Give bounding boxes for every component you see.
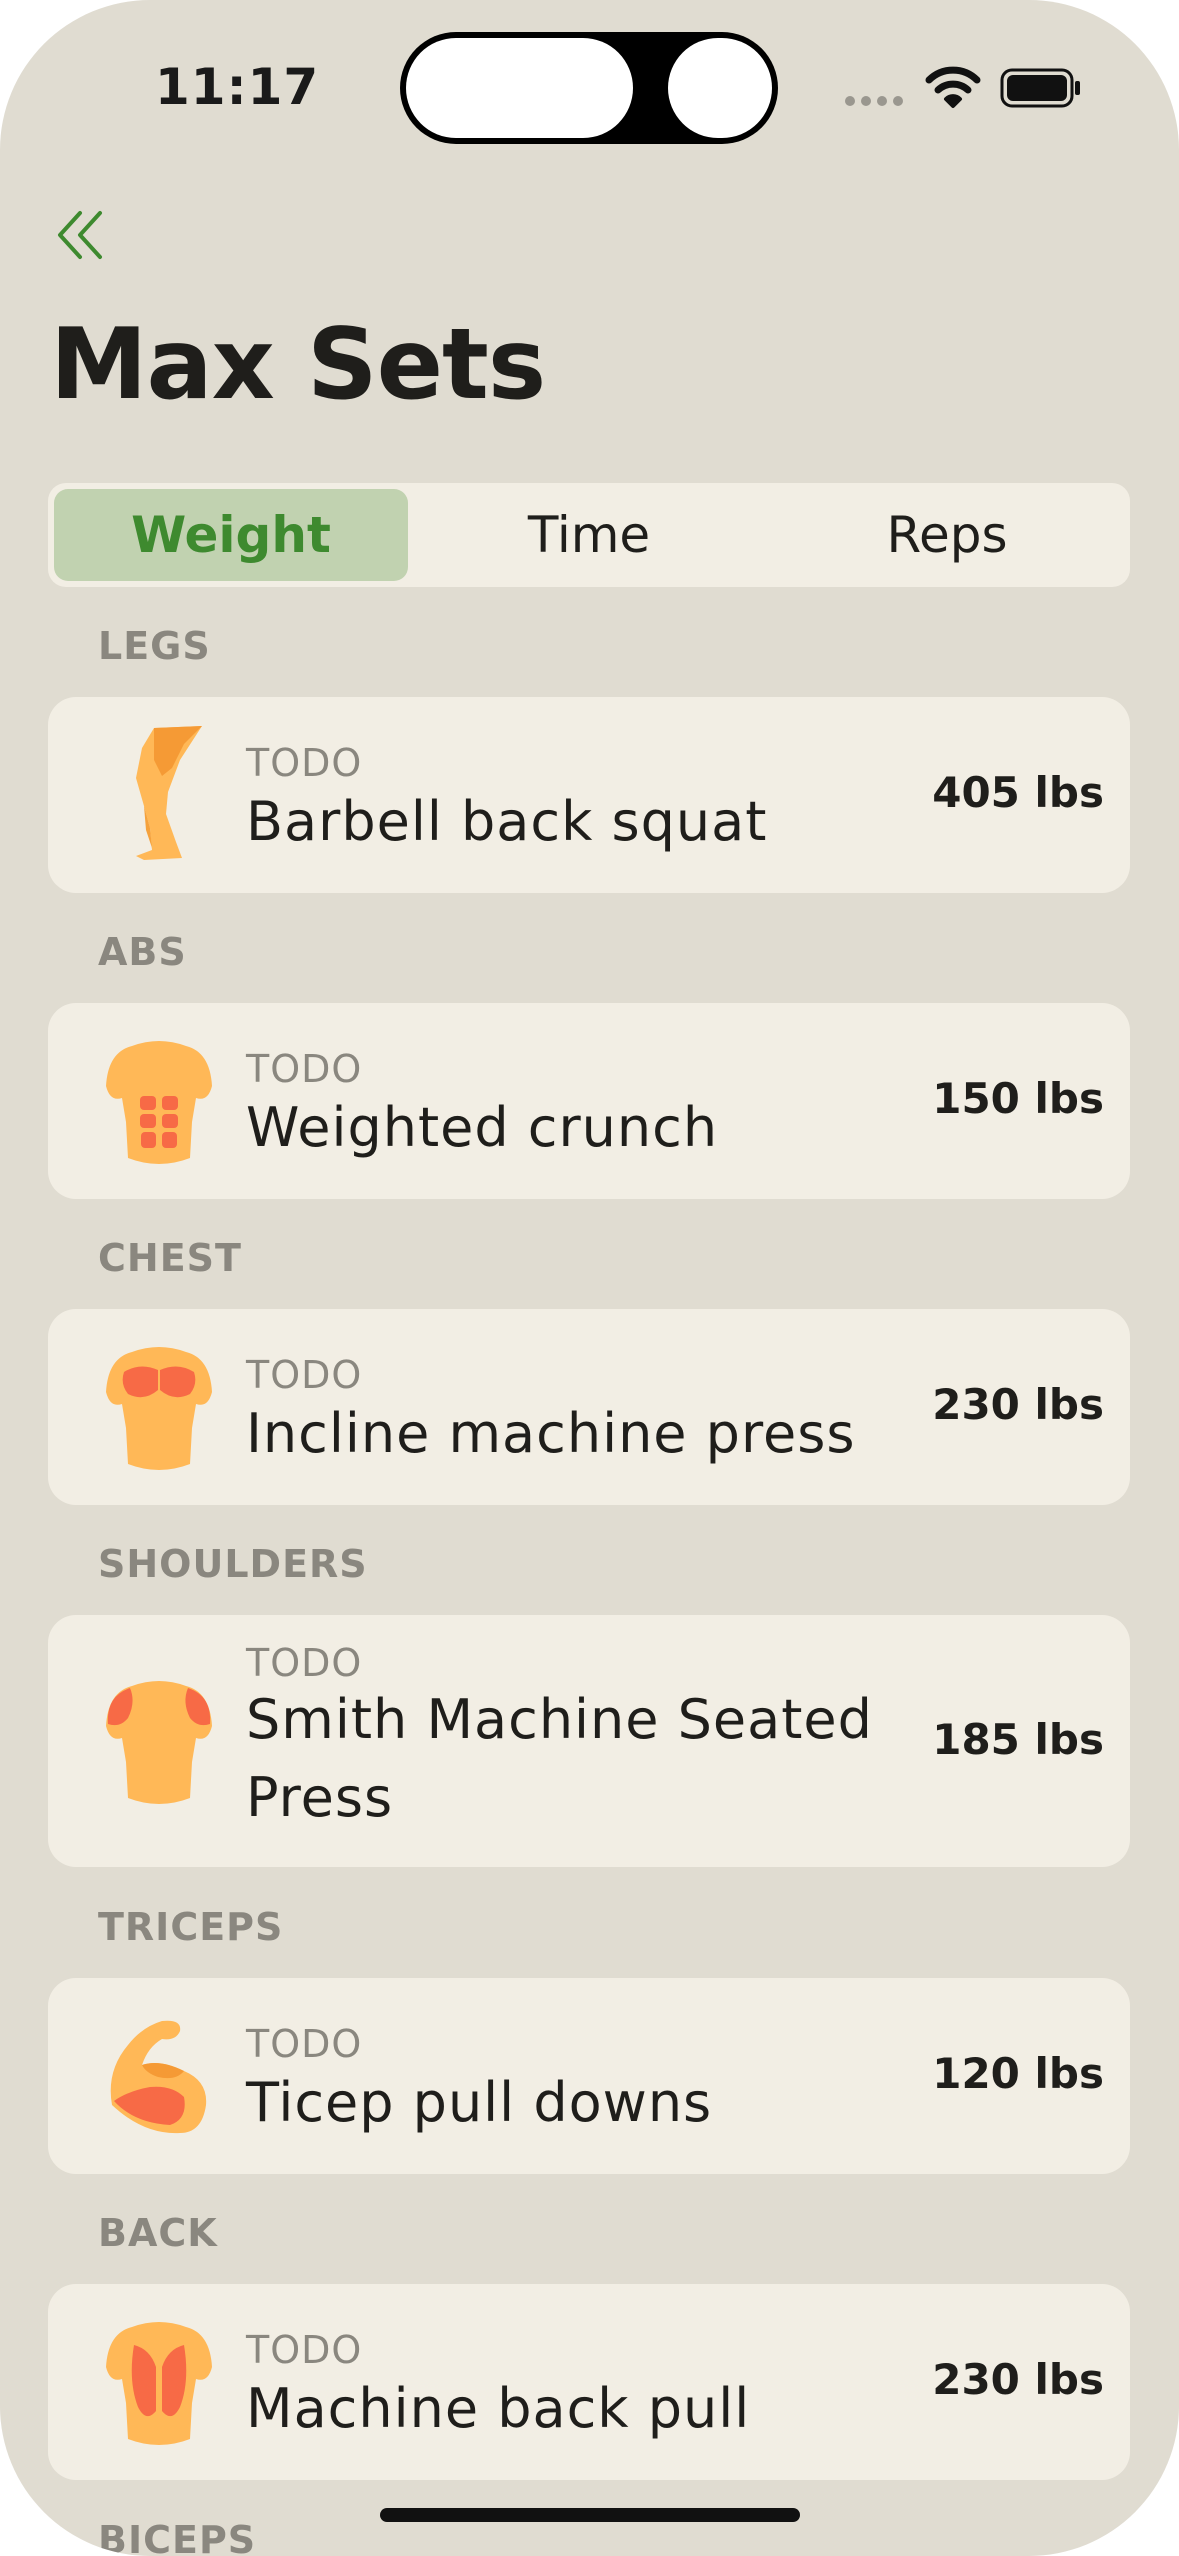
exercise-subtitle: TODO <box>246 2328 363 2372</box>
exercise-card-legs[interactable]: TODO Barbell back squat 405 lbs <box>48 697 1130 893</box>
exercise-card-triceps[interactable]: TODO Ticep pull downs 120 lbs <box>48 1978 1130 2174</box>
wifi-icon <box>925 66 981 108</box>
segment-time[interactable]: Time <box>412 489 766 581</box>
exercise-name: Smith Machine Seated Press <box>246 1688 873 1829</box>
section-header-triceps: TRICEPS <box>98 1905 284 1949</box>
chest-torso-icon <box>106 1347 212 1470</box>
double-chevron-left-icon <box>58 211 102 259</box>
exercise-subtitle: TODO <box>246 2022 363 2066</box>
exercise-subtitle: TODO <box>246 1047 363 1091</box>
exercise-card-back[interactable]: TODO Machine back pull 230 lbs <box>48 2284 1130 2480</box>
segment-weight[interactable]: Weight <box>54 489 408 581</box>
segment-reps[interactable]: Reps <box>770 489 1124 581</box>
abs-torso-icon <box>106 1041 212 1164</box>
exercise-max-value: 230 lbs <box>932 2355 1104 2404</box>
section-header-back: BACK <box>98 2211 218 2255</box>
exercise-name: Machine back pull <box>246 2377 751 2440</box>
exercise-name: Barbell back squat <box>246 790 768 853</box>
exercise-subtitle: TODO <box>246 1353 363 1397</box>
section-header-legs: LEGS <box>98 624 211 668</box>
back-button[interactable] <box>52 205 112 265</box>
exercise-subtitle: TODO <box>246 1641 363 1685</box>
section-header-biceps: BICEPS <box>98 2518 257 2556</box>
section-header-chest: CHEST <box>98 1236 242 1280</box>
exercise-max-value: 185 lbs <box>932 1715 1104 1764</box>
exercise-name: Ticep pull downs <box>246 2071 713 2134</box>
home-indicator[interactable] <box>380 2508 800 2522</box>
section-header-abs: ABS <box>98 930 187 974</box>
exercise-max-value: 405 lbs <box>932 768 1104 817</box>
exercise-max-value: 150 lbs <box>932 1074 1104 1123</box>
app-screen: 11:17 Max Sets Weight Time Reps LEGS TOD… <box>0 0 1179 2556</box>
exercise-card-chest[interactable]: TODO Incline machine press 230 lbs <box>48 1309 1130 1505</box>
segmented-control: Weight Time Reps <box>48 483 1130 587</box>
shoulders-torso-icon <box>106 1681 212 1804</box>
exercise-max-value: 230 lbs <box>932 1380 1104 1429</box>
exercise-card-shoulders[interactable]: TODO Smith Machine Seated Press 185 lbs <box>48 1615 1130 1867</box>
exercise-name: Weighted crunch <box>246 1096 719 1159</box>
section-header-shoulders: SHOULDERS <box>98 1542 368 1586</box>
exercise-subtitle: TODO <box>246 741 363 785</box>
flexed-arm-icon <box>110 2020 207 2134</box>
battery-icon <box>1000 68 1080 108</box>
leg-icon <box>136 726 202 860</box>
exercise-max-value: 120 lbs <box>932 2049 1104 2098</box>
back-torso-icon <box>106 2322 212 2445</box>
page-title: Max Sets <box>50 308 546 422</box>
dynamic-island <box>400 32 778 144</box>
cellular-signal-icon <box>845 96 905 106</box>
exercise-name: Incline machine press <box>246 1402 856 1465</box>
status-time: 11:17 <box>155 58 320 116</box>
exercise-card-abs[interactable]: TODO Weighted crunch 150 lbs <box>48 1003 1130 1199</box>
